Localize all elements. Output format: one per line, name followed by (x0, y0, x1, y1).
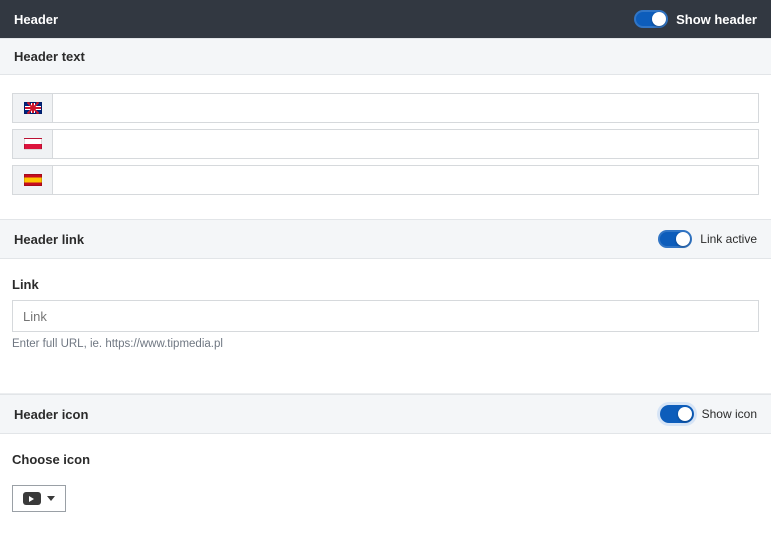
lang-rows (12, 93, 759, 195)
lang-row-pl (12, 129, 759, 159)
section-header-link-title: Header link (14, 232, 84, 247)
header-text-input-uk[interactable] (52, 93, 759, 123)
header-text-input-es[interactable] (52, 165, 759, 195)
show-icon-toggle[interactable] (660, 405, 694, 423)
link-active-toggle[interactable] (658, 230, 692, 248)
link-active-toggle-wrap: Link active (658, 230, 757, 248)
show-header-toggle-wrap: Show header (634, 10, 757, 28)
lang-row-uk (12, 93, 759, 123)
choose-icon-label: Choose icon (12, 452, 759, 467)
header-link-body: Link Enter full URL, ie. https://www.tip… (0, 259, 771, 374)
flag-pl-icon (12, 129, 52, 159)
icon-picker-button[interactable] (12, 485, 66, 512)
section-header-icon-title: Header icon (14, 407, 88, 422)
link-helper-text: Enter full URL, ie. https://www.tipmedia… (12, 338, 759, 350)
header-text-input-pl[interactable] (52, 129, 759, 159)
link-input[interactable] (12, 300, 759, 332)
link-field-label: Link (12, 277, 759, 292)
show-header-toggle-label: Show header (676, 12, 757, 27)
show-icon-toggle-wrap: Show icon (660, 405, 757, 423)
flag-es-icon (12, 165, 52, 195)
header-text-body (0, 75, 771, 219)
section-header-icon: Header icon Show icon (0, 394, 771, 434)
section-header-link: Header link Link active (0, 219, 771, 259)
section-header-text-title: Header text (14, 49, 85, 64)
flag-uk-icon (12, 93, 52, 123)
section-header-text: Header text (0, 38, 771, 75)
youtube-icon (23, 492, 41, 505)
panel-title: Header (14, 12, 58, 27)
header-icon-body: Choose icon (0, 434, 771, 536)
show-icon-toggle-label: Show icon (702, 407, 757, 421)
show-header-toggle[interactable] (634, 10, 668, 28)
link-active-toggle-label: Link active (700, 232, 757, 246)
chevron-down-icon (47, 496, 55, 501)
lang-row-es (12, 165, 759, 195)
section-gap (0, 374, 771, 394)
header-panel-bar: Header Show header (0, 0, 771, 38)
